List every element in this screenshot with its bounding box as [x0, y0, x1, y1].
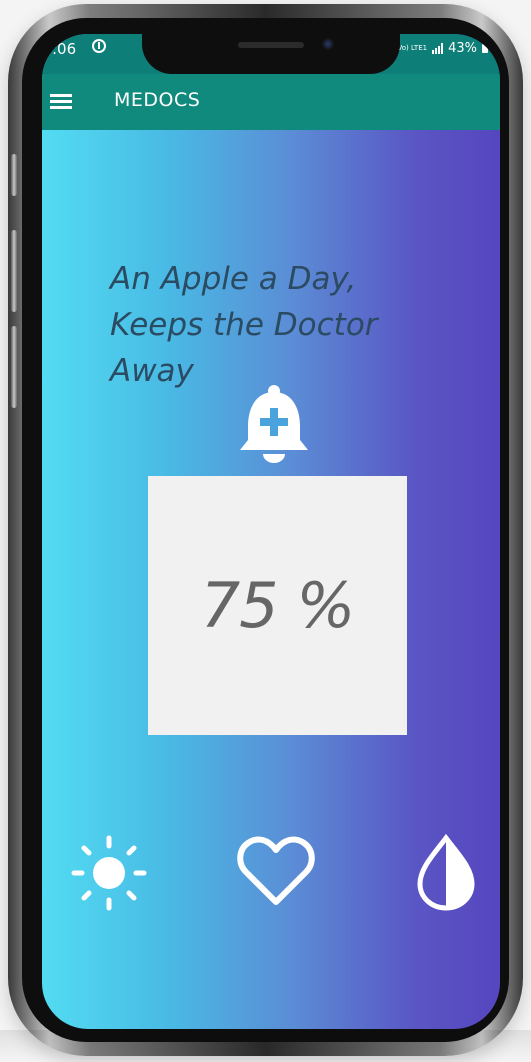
camera-notch — [142, 34, 400, 74]
device-mockup: :06 Vo) LTE1 43% MEDOCS An Apple a Day, … — [0, 0, 531, 1062]
speaker-grille — [238, 42, 304, 48]
status-indicators: Vo) LTE1 43% — [398, 41, 488, 56]
health-quote: An Apple a Day, Keeps the Doctor Away — [110, 261, 378, 389]
volume-down-button — [11, 326, 17, 408]
percentage-value: 75 % — [200, 569, 356, 642]
front-camera — [322, 38, 334, 50]
battery-percent: 43% — [448, 41, 477, 56]
mute-switch — [11, 154, 17, 196]
app-toolbar: MEDOCS — [42, 74, 500, 130]
phone-shadow — [0, 1030, 531, 1062]
status-time: :06 — [52, 40, 77, 58]
sun-icon[interactable] — [70, 834, 148, 912]
menu-icon[interactable] — [48, 86, 78, 116]
phone-screen: :06 Vo) LTE1 43% MEDOCS An Apple a Day, … — [42, 34, 500, 1029]
app-title: MEDOCS — [114, 89, 201, 111]
volume-up-button — [11, 230, 17, 312]
bell-plus-icon[interactable] — [236, 384, 312, 464]
network-label: Vo) LTE1 — [397, 44, 428, 52]
percentage-card: 75 % — [148, 476, 407, 735]
contrast-drop-icon[interactable] — [414, 833, 478, 912]
battery-icon — [482, 44, 488, 53]
signal-icon — [432, 43, 444, 54]
heart-icon[interactable] — [236, 834, 316, 908]
music-icon — [92, 39, 106, 53]
